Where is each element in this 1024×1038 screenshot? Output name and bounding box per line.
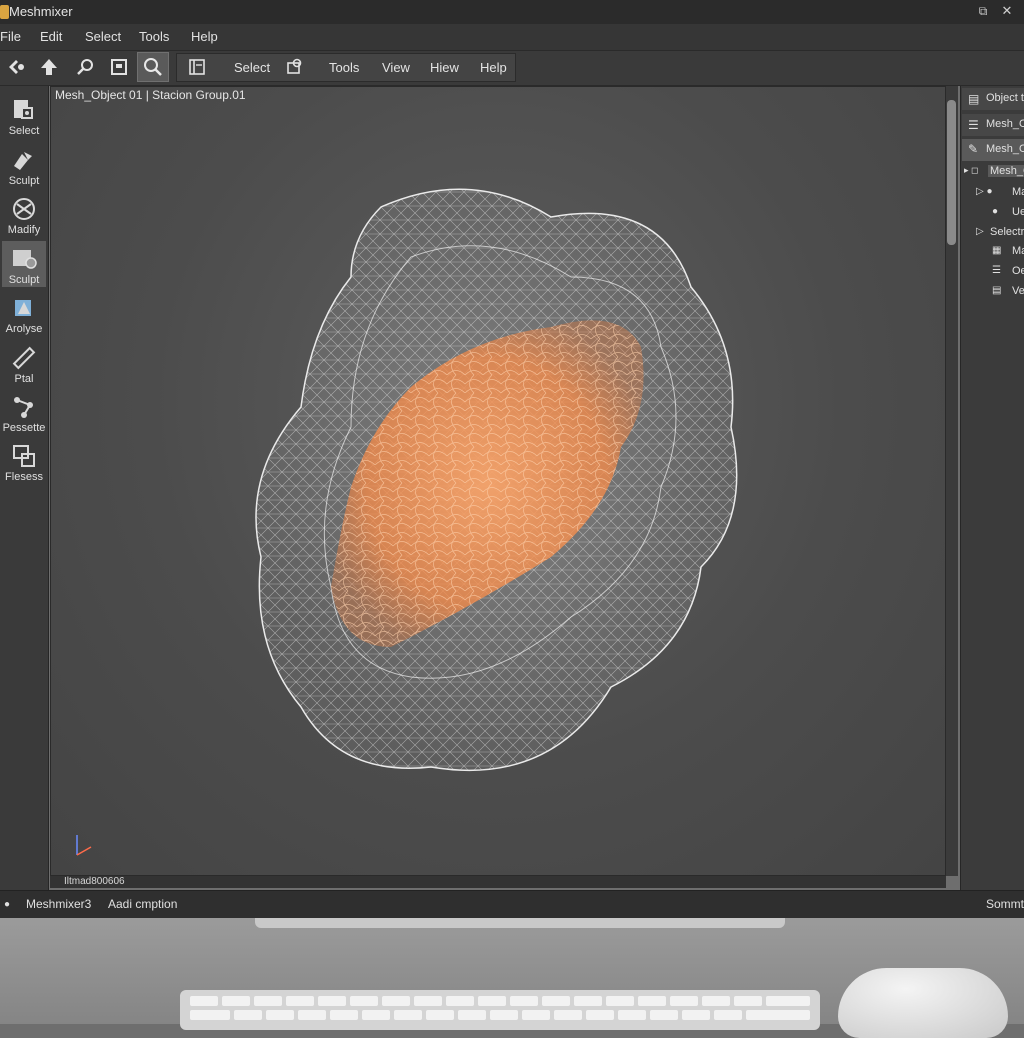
tool-pessette[interactable]: Pessette xyxy=(2,389,46,435)
pencil-icon: ✎ xyxy=(968,142,979,156)
list-icon: ☰ xyxy=(968,118,979,132)
tool-flesess-label: Flesess xyxy=(5,471,43,483)
close-icon[interactable]: ✕ xyxy=(1000,4,1014,18)
toolbar-tools[interactable]: Tools xyxy=(329,60,359,75)
move-up-button[interactable] xyxy=(33,52,65,82)
tool-sculpt[interactable]: Sculpt xyxy=(2,241,46,287)
list-icon: ☰ xyxy=(992,265,1001,276)
object-button[interactable] xyxy=(278,52,310,82)
triangle-icon: ▷ xyxy=(976,226,984,237)
nodes-icon xyxy=(14,397,33,418)
object-row-label: Mesh_O xyxy=(988,165,1024,177)
triangle-icon: ▸ ◻ xyxy=(964,165,979,175)
toolbar-view[interactable]: View xyxy=(382,60,410,75)
object-row-label: Mesh_O xyxy=(986,143,1024,155)
object-row-label: Ma xyxy=(1012,186,1024,198)
monitor-stand xyxy=(255,918,785,928)
ruler-icon xyxy=(12,346,36,370)
object-row-label: Selectr xyxy=(990,226,1024,238)
panel-button[interactable] xyxy=(181,52,213,82)
viewport-status-text: Iltmad800606 xyxy=(64,876,125,887)
frame-button[interactable] xyxy=(103,52,135,82)
tool-select-label: Select xyxy=(8,125,40,137)
object-row-label: Ve xyxy=(1012,285,1024,297)
tool-ptal-label: Ptal xyxy=(14,373,34,385)
user-icon: ▷ ● xyxy=(976,186,993,197)
tool-select[interactable]: Select xyxy=(2,92,46,138)
transform-button[interactable] xyxy=(0,52,32,82)
object-row-mesh-1[interactable]: ☰ Mesh_O xyxy=(962,114,1024,136)
tool-sculpt-label: Sculpt xyxy=(8,175,40,187)
mesh-model[interactable] xyxy=(51,87,946,876)
status-right: Sommtr xyxy=(986,897,1024,911)
transform-icon xyxy=(9,60,24,74)
tool-sculpt-active-label: Sculpt xyxy=(8,274,40,286)
toolbar-select[interactable]: Select xyxy=(234,60,270,75)
object-row-child-5[interactable]: ▤ Ve xyxy=(962,281,1024,303)
grid-icon xyxy=(13,445,35,467)
object-row-child-4[interactable]: ☰ Oe xyxy=(962,261,1024,283)
toolbar-hiew[interactable]: Hiew xyxy=(430,60,459,75)
object-browser-title: Object t xyxy=(986,92,1024,104)
tool-modify[interactable]: Madify xyxy=(2,191,46,237)
tool-modify-label: Madify xyxy=(7,224,41,236)
status-app-name: Meshmixer3 xyxy=(26,897,92,911)
object-browser-header[interactable]: ▤ Object t xyxy=(962,88,1024,110)
toolbar-help[interactable]: Help xyxy=(480,60,507,75)
object-icon xyxy=(287,58,302,74)
panel-icon xyxy=(189,59,205,75)
object-row-mesh-3[interactable]: ▸ ◻ Mesh_O xyxy=(962,161,1024,183)
tool-ptal[interactable]: Ptal xyxy=(2,340,46,386)
keyboard-keys xyxy=(190,996,810,1020)
object-row-label: Mesh_O xyxy=(986,118,1024,130)
title-bar xyxy=(0,0,1024,24)
app-icon xyxy=(0,5,9,19)
keyboard xyxy=(180,990,820,1030)
menu-tools[interactable]: Tools xyxy=(139,29,169,44)
object-row-mesh-2[interactable]: ✎ Mesh_O xyxy=(962,139,1024,161)
up-arrow-icon xyxy=(41,59,57,75)
viewport-breadcrumb: Mesh_Object 01 | Stacion Group.01 xyxy=(55,88,246,102)
print-icon: ▤ xyxy=(992,285,1002,296)
magnify-icon xyxy=(77,59,93,75)
object-row-label: Ma xyxy=(1012,245,1024,257)
object-row-child-1[interactable]: ▷ ● Ma xyxy=(962,182,1024,204)
mouse xyxy=(838,968,1008,1038)
status-message: Aadi cmption xyxy=(108,897,178,911)
window-title: Meshmixer xyxy=(9,4,73,19)
object-row-child-2[interactable]: ● Ue xyxy=(962,202,1024,224)
tool-pessette-label: Pessette xyxy=(2,422,46,434)
magnify-button[interactable] xyxy=(69,52,101,82)
axis-gizmo xyxy=(76,835,92,856)
menu-select[interactable]: Select xyxy=(85,29,121,44)
menu-help[interactable]: Help xyxy=(191,29,218,44)
search-button[interactable] xyxy=(137,52,169,82)
user-icon: ● xyxy=(992,206,999,217)
object-row-label: Ue xyxy=(1012,206,1024,218)
viewport-status-strip xyxy=(50,876,946,888)
menu-edit[interactable]: Edit xyxy=(40,29,62,44)
frame-icon xyxy=(111,59,127,75)
tool-flesess[interactable]: Flesess xyxy=(2,438,46,484)
object-row-label: Oe xyxy=(1012,265,1024,277)
object-row-child-3[interactable]: ▦ Ma xyxy=(962,241,1024,263)
sculpt-icon xyxy=(13,250,37,269)
tool-analyse[interactable]: Arolyse xyxy=(2,290,46,336)
grid-icon: ▦ xyxy=(992,245,1002,256)
panel-icon: ▤ xyxy=(968,92,980,106)
tool-sculpt-brush[interactable]: Sculpt xyxy=(2,142,46,188)
select-icon xyxy=(14,100,33,119)
3d-viewport[interactable] xyxy=(50,86,946,876)
status-bullet-icon: ● xyxy=(4,899,11,910)
restore-icon[interactable]: ⧉ xyxy=(976,4,990,18)
search-icon xyxy=(144,58,162,76)
menu-file[interactable]: File xyxy=(0,29,21,44)
tool-analyse-label: Arolyse xyxy=(5,323,43,335)
brush-icon xyxy=(14,152,32,170)
modify-icon xyxy=(13,198,35,220)
viewport-scroll-thumb[interactable] xyxy=(947,100,956,245)
analyse-icon xyxy=(15,300,31,316)
